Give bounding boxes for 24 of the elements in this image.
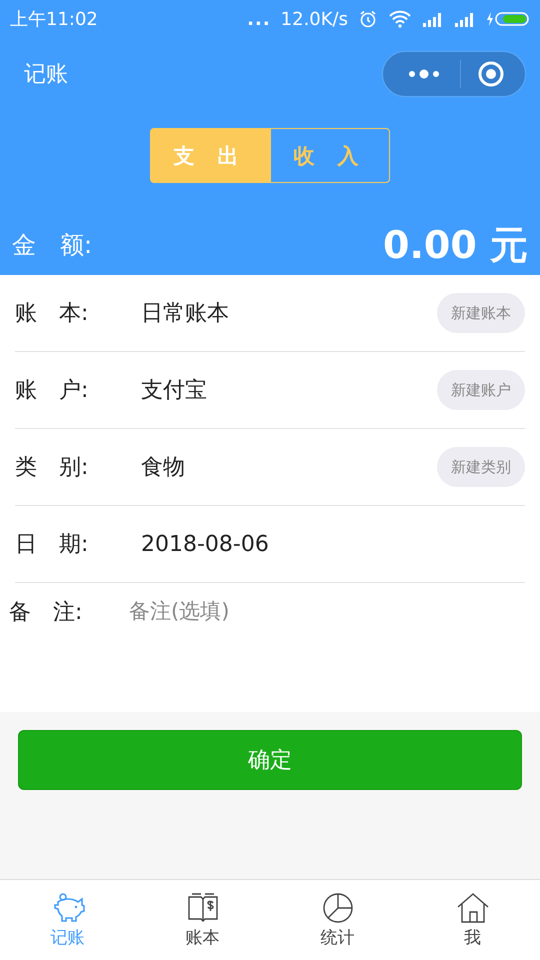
- page-title: 记账: [24, 61, 68, 89]
- amount-value: 0.00 元: [383, 222, 528, 268]
- tab-bar-item[interactable]: 账本: [135, 880, 270, 960]
- notification-dots: ...: [247, 8, 271, 30]
- field-value[interactable]: 日常账本: [141, 298, 437, 328]
- field-label: 日 期:: [15, 531, 90, 559]
- field-value[interactable]: 支付宝: [141, 375, 437, 405]
- field-label: 类 别:: [15, 454, 90, 482]
- field-value[interactable]: 食物: [141, 452, 437, 482]
- amount-label: 金 额:: [12, 230, 92, 261]
- signal-icon: [422, 11, 444, 27]
- tab-bar-item[interactable]: 统计: [270, 880, 405, 960]
- network-speed: 12.0K/s: [280, 8, 348, 30]
- field-label: 账 本:: [15, 300, 90, 328]
- tab-bar-item[interactable]: 我: [405, 880, 540, 960]
- battery-charging-icon: [486, 11, 530, 27]
- alarm-icon: [358, 9, 378, 29]
- field-value[interactable]: 2018-08-06: [141, 532, 525, 556]
- field-label: 备 注:: [9, 599, 84, 627]
- field-label: 账 户:: [15, 377, 90, 405]
- signal-icon: [454, 11, 476, 27]
- close-icon[interactable]: [476, 60, 504, 88]
- status-time: 上午11:02: [10, 8, 98, 31]
- wifi-icon: [388, 10, 412, 28]
